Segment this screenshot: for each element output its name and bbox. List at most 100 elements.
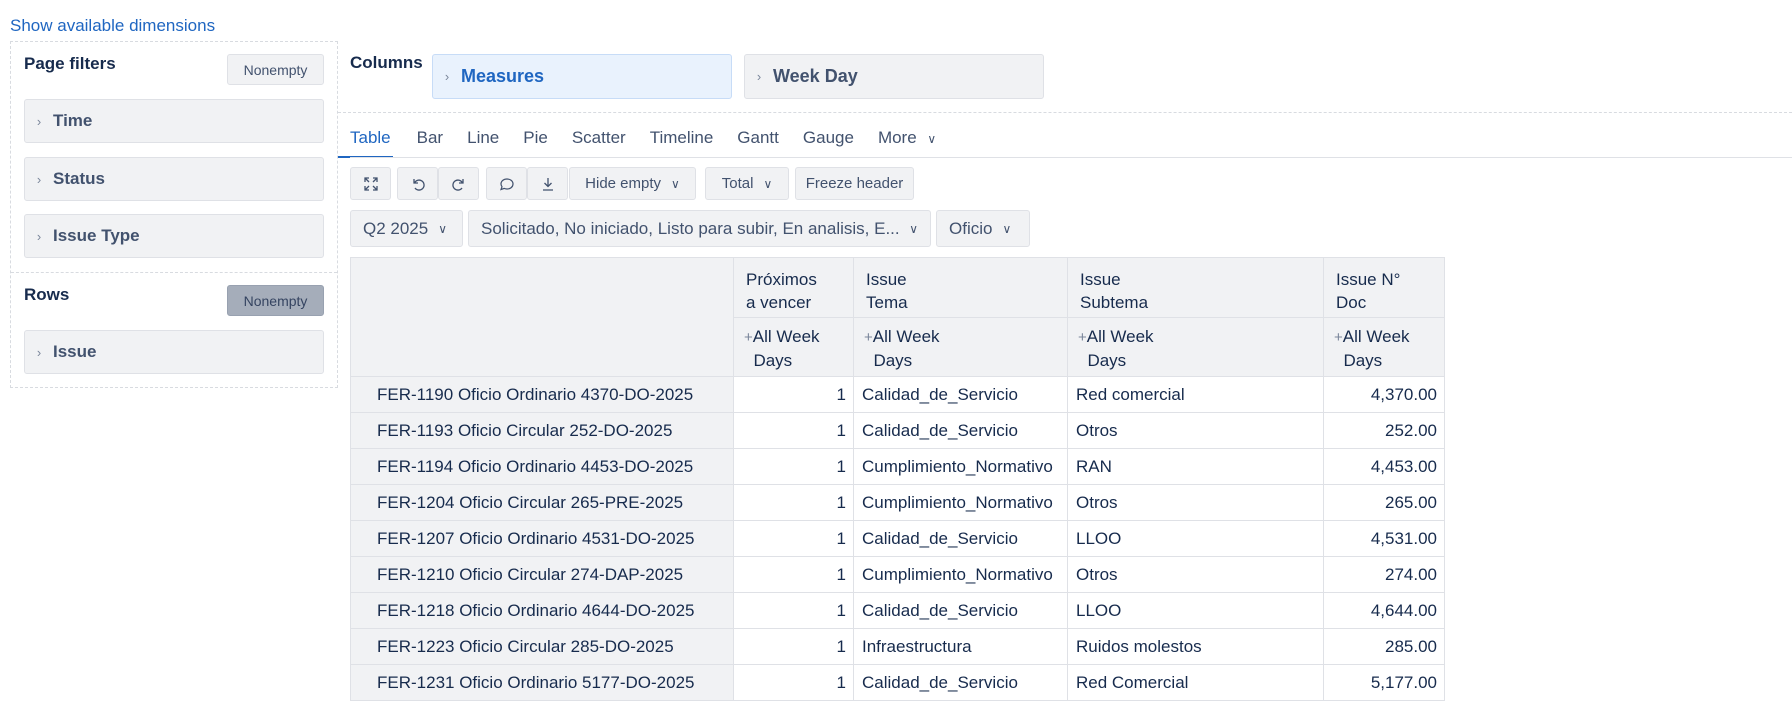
chevron-right-icon: ›	[36, 344, 42, 360]
expand-icon	[363, 176, 378, 191]
columns-title: Columns	[350, 53, 423, 72]
cell-proximos: 1	[733, 520, 854, 557]
plus-icon[interactable]: +	[864, 329, 873, 346]
header-tema[interactable]: Issue Tema	[853, 257, 1068, 318]
column-measures[interactable]: › Measures	[432, 54, 732, 99]
cell-doc: 5,177.00	[1323, 664, 1445, 701]
column-measures-label: Measures	[461, 66, 545, 86]
cell-proximos: 1	[733, 376, 854, 413]
table-row: FER-1193 Oficio Circular 252-DO-2025 1 C…	[350, 412, 1445, 449]
table-row: FER-1194 Oficio Ordinario 4453-DO-2025 1…	[350, 448, 1445, 485]
header-doc[interactable]: Issue N° Doc	[1323, 257, 1445, 318]
row-issue-name[interactable]: FER-1190 Oficio Ordinario 4370-DO-2025	[350, 376, 734, 413]
cell-subtema: Red comercial	[1067, 376, 1324, 413]
rows-nonempty-button[interactable]: Nonempty	[227, 285, 324, 316]
report-table: Próximos a vencer Issue Tema Issue Subtema …	[350, 257, 1445, 701]
time-selector[interactable]: Q2 2025 ∨	[350, 210, 463, 247]
tab-more-label: More	[877, 128, 917, 147]
tab-timeline[interactable]: Timeline	[650, 124, 714, 158]
tab-scatter[interactable]: Scatter	[572, 124, 626, 158]
tab-more[interactable]: More ∨	[878, 124, 936, 158]
subheader-week-days[interactable]: +All Week Days	[853, 317, 1068, 377]
cell-doc: 265.00	[1323, 484, 1445, 521]
hide-empty-dropdown[interactable]: Hide empty ∨	[569, 167, 696, 200]
chevron-right-icon: ›	[36, 113, 42, 129]
plus-icon[interactable]: +	[744, 329, 753, 346]
row-issue-name[interactable]: FER-1194 Oficio Ordinario 4453-DO-2025	[350, 448, 734, 485]
cell-proximos: 1	[733, 484, 854, 521]
issue-type-selector-value: Oficio	[949, 218, 993, 238]
cell-doc: 252.00	[1323, 412, 1445, 449]
cell-subtema: Otros	[1067, 484, 1324, 521]
header-proximos[interactable]: Próximos a vencer	[733, 257, 854, 318]
filter-time[interactable]: › Time	[24, 99, 324, 143]
filter-time-label: Time	[53, 111, 93, 130]
fullscreen-button[interactable]	[350, 167, 391, 200]
issue-type-selector[interactable]: Oficio ∨	[936, 210, 1030, 247]
cell-proximos: 1	[733, 664, 854, 701]
page-filters-title: Page filters	[24, 54, 116, 73]
undo-button[interactable]	[397, 167, 438, 200]
row-issue-name[interactable]: FER-1207 Oficio Ordinario 4531-DO-2025	[350, 520, 734, 557]
tab-pie[interactable]: Pie	[523, 124, 548, 158]
tab-gantt[interactable]: Gantt	[737, 124, 779, 158]
redo-button[interactable]	[438, 167, 479, 200]
total-label: Total	[721, 175, 754, 192]
left-panel: Page filters Nonempty › Time › Status › …	[10, 41, 338, 388]
status-selector[interactable]: Solicitado, No iniciado, Listo para subi…	[468, 210, 931, 247]
rows-title: Rows	[24, 285, 70, 304]
tabs-divider	[350, 157, 1792, 158]
cell-doc: 4,370.00	[1323, 376, 1445, 413]
row-issue-name[interactable]: FER-1231 Oficio Ordinario 5177-DO-2025	[350, 664, 734, 701]
table-row: FER-1231 Oficio Ordinario 5177-DO-2025 1…	[350, 664, 1445, 701]
plus-icon[interactable]: +	[1334, 329, 1343, 346]
subheader-week-days[interactable]: +All Week Days	[1067, 317, 1324, 377]
tab-bar[interactable]: Bar	[417, 124, 443, 158]
row-issue-name[interactable]: FER-1210 Oficio Circular 274-DAP-2025	[350, 556, 734, 593]
cell-proximos: 1	[733, 412, 854, 449]
tab-line[interactable]: Line	[467, 124, 499, 158]
chevron-down-icon: ∨	[1002, 221, 1012, 236]
filter-status-label: Status	[53, 169, 105, 188]
table-row: FER-1204 Oficio Circular 265-PRE-2025 1 …	[350, 484, 1445, 521]
chevron-down-icon: ∨	[927, 132, 937, 146]
cell-tema: Calidad_de_Servicio	[853, 412, 1068, 449]
table-row: FER-1207 Oficio Ordinario 4531-DO-2025 1…	[350, 520, 1445, 557]
export-button[interactable]	[527, 167, 568, 200]
undo-icon	[412, 178, 425, 191]
page-filters-nonempty-button[interactable]: Nonempty	[227, 54, 324, 85]
subheader-week-days[interactable]: +All Week Days	[733, 317, 854, 377]
cell-subtema: Red Comercial	[1067, 664, 1324, 701]
cell-doc: 4,453.00	[1323, 448, 1445, 485]
chevron-right-icon: ›	[36, 228, 42, 244]
cell-tema: Calidad_de_Servicio	[853, 520, 1068, 557]
cell-doc: 274.00	[1323, 556, 1445, 593]
cell-proximos: 1	[733, 448, 854, 485]
filter-issue-type[interactable]: › Issue Type	[24, 214, 324, 258]
row-issue[interactable]: › Issue	[24, 330, 324, 374]
subheader-week-days[interactable]: +All Week Days	[1323, 317, 1445, 377]
row-issue-name[interactable]: FER-1218 Oficio Ordinario 4644-DO-2025	[350, 592, 734, 629]
freeze-header-button[interactable]: Freeze header	[795, 167, 914, 200]
tab-table[interactable]: Table	[338, 124, 393, 158]
hide-empty-label: Hide empty	[585, 175, 662, 192]
header-subtema[interactable]: Issue Subtema	[1067, 257, 1324, 318]
show-available-dimensions-link[interactable]: Show available dimensions	[10, 16, 215, 36]
chevron-right-icon: ›	[36, 171, 42, 187]
row-issue-name[interactable]: FER-1193 Oficio Circular 252-DO-2025	[350, 412, 734, 449]
row-issue-name[interactable]: FER-1223 Oficio Circular 285-DO-2025	[350, 628, 734, 665]
cell-tema: Cumplimiento_Normativo	[853, 484, 1068, 521]
cell-doc: 4,644.00	[1323, 592, 1445, 629]
chevron-right-icon: ›	[756, 69, 762, 84]
total-dropdown[interactable]: Total ∨	[705, 167, 789, 200]
filter-status[interactable]: › Status	[24, 157, 324, 201]
cell-tema: Calidad_de_Servicio	[853, 592, 1068, 629]
redo-icon	[451, 178, 464, 191]
plus-icon[interactable]: +	[1078, 329, 1087, 346]
tab-gauge[interactable]: Gauge	[803, 124, 854, 158]
comment-button[interactable]	[486, 167, 527, 200]
row-issue-name[interactable]: FER-1204 Oficio Circular 265-PRE-2025	[350, 484, 734, 521]
chevron-down-icon: ∨	[909, 221, 918, 236]
column-week-day[interactable]: › Week Day	[744, 54, 1044, 99]
cell-doc: 4,531.00	[1323, 520, 1445, 557]
